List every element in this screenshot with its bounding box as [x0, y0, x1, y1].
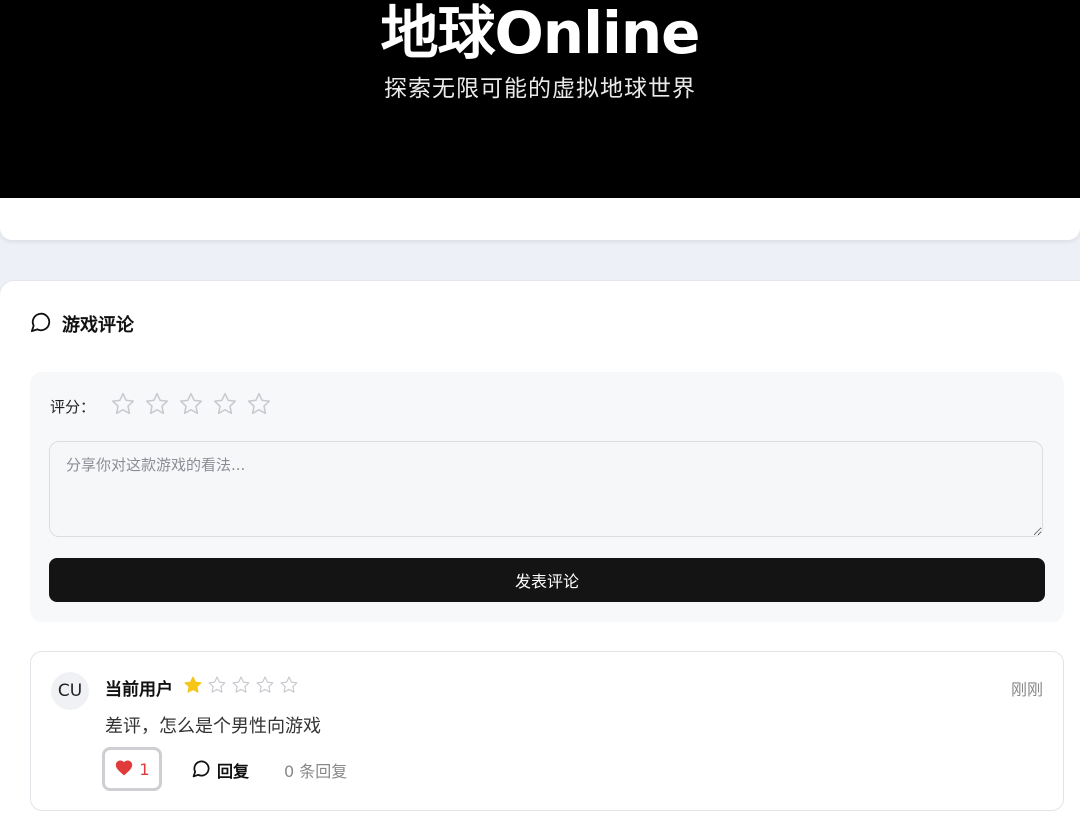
star-empty-icon[interactable] [110, 391, 136, 417]
comment-textarea[interactable] [49, 441, 1043, 537]
reply-button[interactable]: 回复 [192, 757, 249, 783]
comment-header: 当前用户 [105, 675, 303, 700]
rating-stars [110, 391, 280, 421]
star-empty-icon [207, 675, 227, 695]
star-empty-icon[interactable] [212, 391, 238, 417]
comment-icon [192, 759, 211, 782]
like-count: 1 [139, 759, 150, 779]
hero-bottom-panel [0, 198, 1080, 240]
like-button[interactable]: 1 [102, 747, 162, 791]
reply-count: 0 条回复 [284, 762, 348, 781]
comment-username: 当前用户 [105, 679, 173, 700]
heart-icon [114, 758, 134, 780]
comment-timestamp: 刚刚 [1010, 680, 1043, 699]
comment-text: 差评，怎么是个男性向游戏 [105, 716, 321, 737]
star-empty-icon[interactable] [178, 391, 204, 417]
reply-label: 回复 [217, 762, 250, 781]
comment-rating [183, 675, 303, 699]
star-empty-icon [255, 675, 275, 695]
rating-label: 评分： [50, 397, 96, 416]
rating-input: 评分： [50, 390, 280, 422]
hero-subtitle: 探索无限可能的虚拟地球世界 [384, 76, 696, 102]
comments-section-title: 游戏评论 [62, 315, 134, 336]
star-empty-icon[interactable] [144, 391, 170, 417]
star-empty-icon [231, 675, 251, 695]
comments-section-header: 游戏评论 [30, 312, 134, 336]
star-empty-icon[interactable] [246, 391, 272, 417]
submit-comment-button[interactable]: 发表评论 [49, 558, 1045, 602]
star-filled-icon [183, 675, 203, 695]
avatar: CU [51, 672, 89, 710]
hero-title: 地球Online [380, 0, 701, 67]
hero-banner: 地球Online 探索无限可能的虚拟地球世界 [0, 0, 1080, 210]
comment-icon [30, 311, 52, 337]
star-empty-icon [279, 675, 299, 695]
